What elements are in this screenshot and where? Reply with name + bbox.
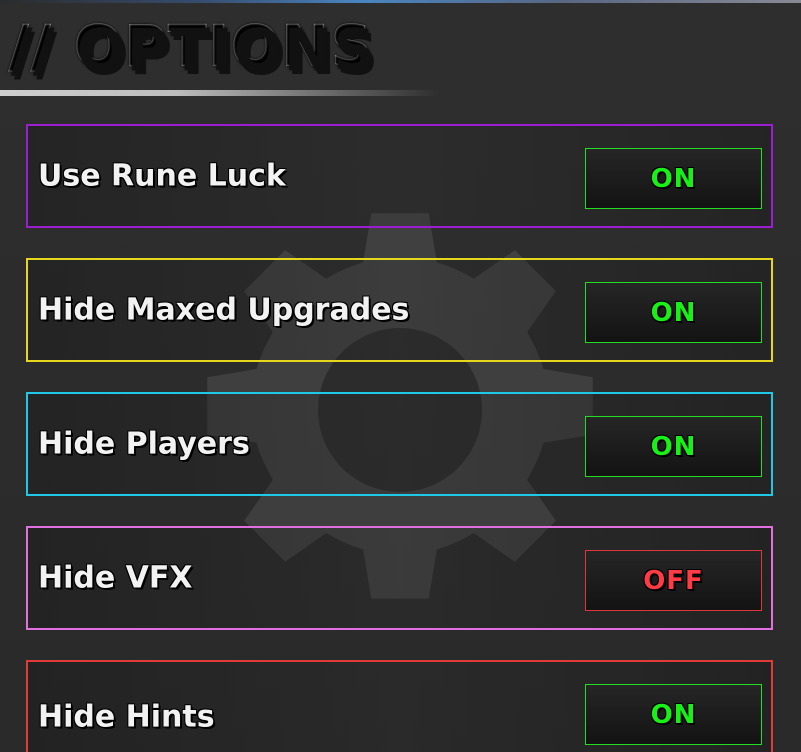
option-row-hide-maxed-upgrades: Hide Maxed Upgrades ON	[26, 258, 773, 362]
options-panel: // OPTIONS Use Rune Luck ON Hide Maxed U…	[0, 0, 801, 752]
toggle-state: ON	[650, 297, 697, 328]
option-label: Hide Hints	[38, 699, 215, 735]
toggle-hide-players[interactable]: ON	[585, 416, 762, 477]
toggle-hide-hints[interactable]: ON	[585, 684, 762, 745]
option-label: Hide Players	[38, 426, 250, 462]
toggle-hide-vfx[interactable]: OFF	[585, 550, 762, 611]
title-underline	[0, 90, 440, 96]
toggle-state: ON	[650, 431, 697, 462]
toggle-state: OFF	[643, 565, 704, 596]
option-label: Hide VFX	[38, 560, 193, 596]
option-label: Use Rune Luck	[38, 158, 286, 194]
toggle-state: ON	[650, 699, 697, 730]
page-title: // OPTIONS	[8, 12, 374, 80]
option-row-use-rune-luck: Use Rune Luck ON	[26, 124, 773, 228]
toggle-state: ON	[650, 163, 697, 194]
toggle-hide-maxed-upgrades[interactable]: ON	[585, 282, 762, 343]
option-row-hide-hints: Hide Hints ON	[26, 660, 773, 752]
option-row-hide-players: Hide Players ON	[26, 392, 773, 496]
option-row-hide-vfx: Hide VFX OFF	[26, 526, 773, 630]
toggle-use-rune-luck[interactable]: ON	[585, 148, 762, 209]
top-strip	[0, 0, 801, 3]
option-label: Hide Maxed Upgrades	[38, 292, 410, 328]
